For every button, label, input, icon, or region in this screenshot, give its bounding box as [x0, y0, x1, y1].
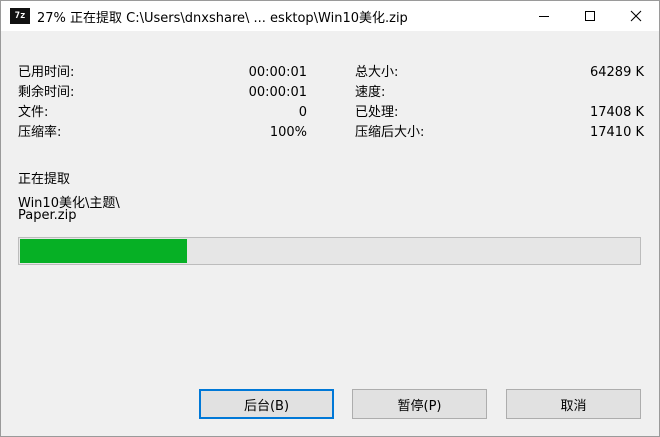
files-value: 0 — [298, 105, 307, 120]
extraction-progress-bar — [18, 237, 641, 265]
compressed-size-label: 压缩后大小: — [355, 125, 425, 140]
processed-value: 17408 K — [589, 105, 644, 120]
compressed-size-value: 17410 K — [589, 125, 644, 140]
remaining-time-value: 00:00:01 — [248, 85, 307, 100]
title-bar: 7z 27% 正在提取 C:\Users\dnxshare\ ... eskto… — [1, 1, 659, 31]
7zip-app-icon: 7z — [10, 8, 30, 24]
minimize-icon — [539, 16, 549, 17]
background-button[interactable]: 后台(B) — [199, 389, 334, 419]
speed-value — [541, 84, 644, 102]
compression-ratio-value: 100% — [269, 125, 307, 140]
minimize-button[interactable] — [521, 1, 567, 31]
close-icon — [630, 10, 642, 22]
speed-label: 速度: — [355, 85, 386, 100]
processed-label: 已处理: — [355, 105, 399, 120]
files-label: 文件: — [18, 105, 49, 120]
total-size-label: 总大小: — [355, 65, 399, 80]
pause-button[interactable]: 暂停(P) — [352, 389, 487, 419]
cancel-button[interactable]: 取消 — [506, 389, 641, 419]
remaining-time-label: 剩余时间: — [18, 85, 75, 100]
elapsed-time-label: 已用时间: — [18, 65, 75, 80]
total-size-value: 64289 K — [589, 65, 644, 80]
close-button[interactable] — [613, 1, 659, 31]
compression-ratio-label: 压缩率: — [18, 125, 62, 140]
extracting-status-label: 正在提取 — [18, 172, 71, 187]
elapsed-time-value: 00:00:01 — [248, 65, 307, 80]
extract-dialog: 7z 27% 正在提取 C:\Users\dnxshare\ ... eskto… — [0, 0, 660, 437]
maximize-icon — [585, 11, 595, 21]
current-path-line2: Paper.zip — [18, 208, 77, 223]
maximize-button[interactable] — [567, 1, 613, 31]
progress-bar-fill — [20, 239, 187, 263]
window-controls — [521, 1, 659, 31]
window-title: 27% 正在提取 C:\Users\dnxshare\ ... esktop\W… — [37, 10, 408, 26]
